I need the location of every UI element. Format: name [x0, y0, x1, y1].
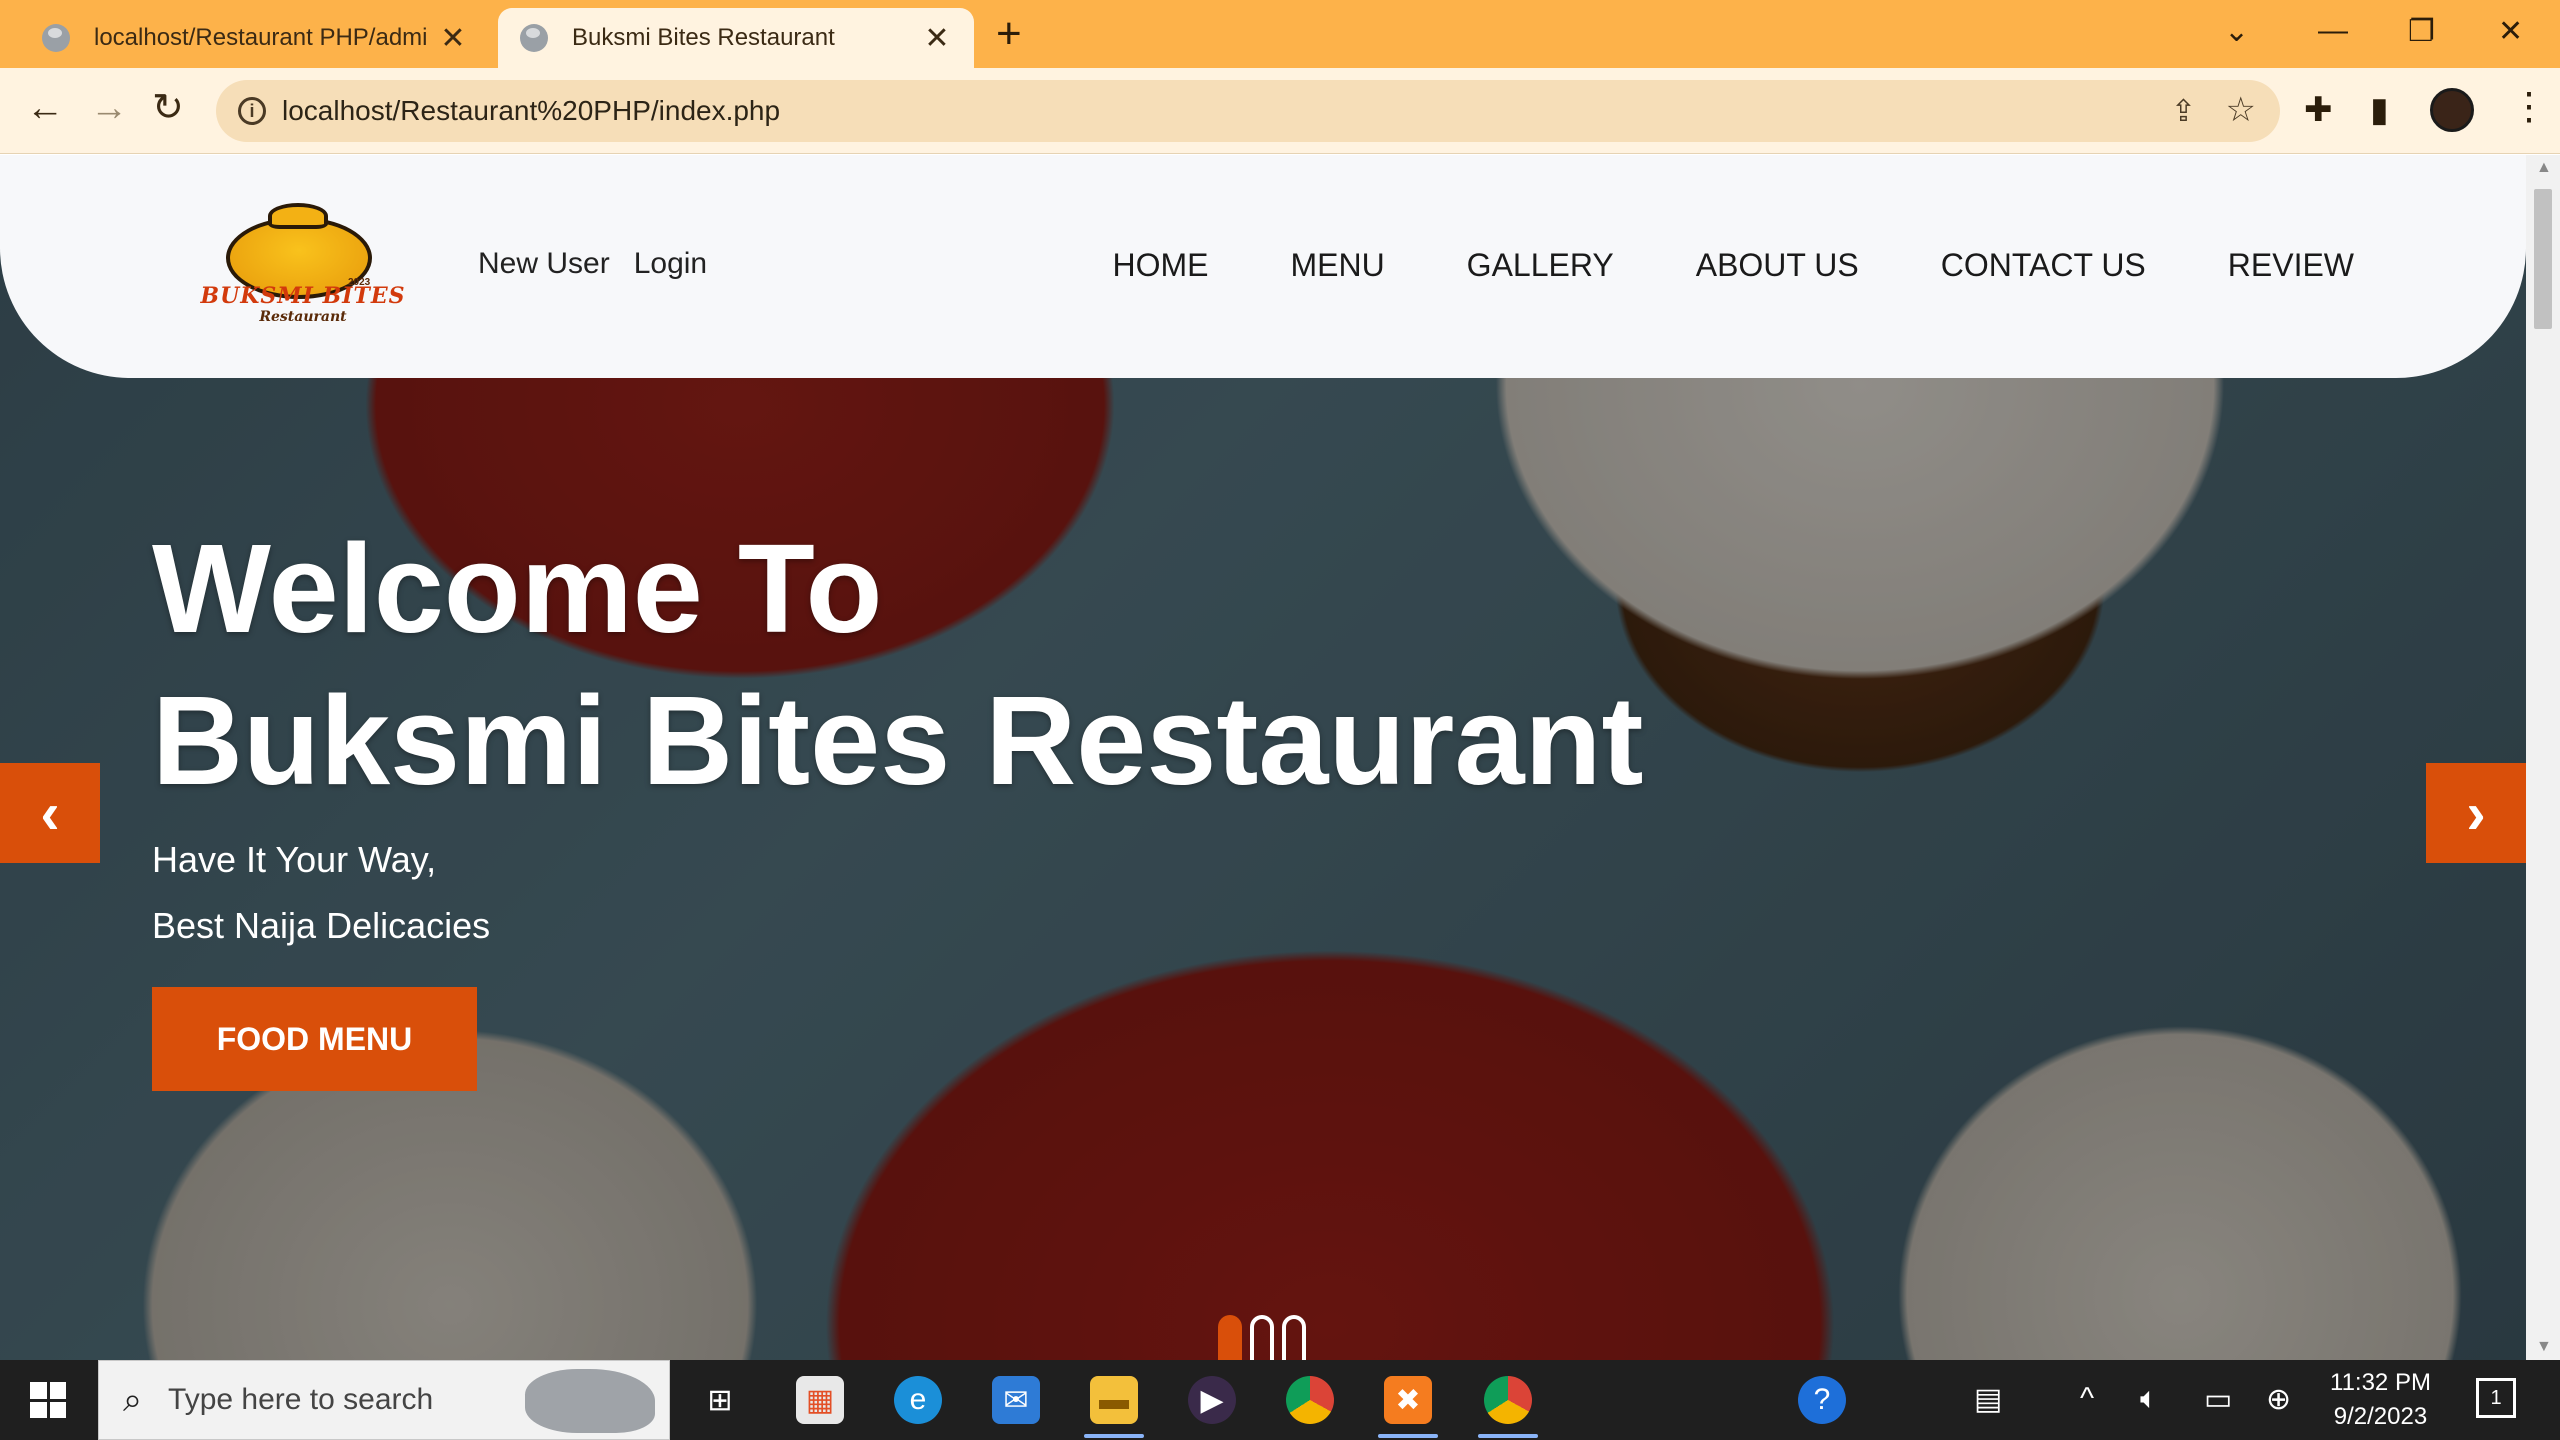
food-menu-button[interactable]: FOOD MENU: [152, 987, 477, 1091]
clock-time: 11:32 PM: [2330, 1369, 2431, 1396]
carousel-next-button[interactable]: ›: [2426, 763, 2526, 863]
site-header: BUKSMI BITES 2023 Restaurant New User Lo…: [0, 155, 2526, 378]
logo-sub: Restaurant: [259, 309, 347, 325]
close-icon[interactable]: ✕: [922, 21, 952, 56]
tab-buksmi[interactable]: Buksmi Bites Restaurant ✕: [498, 8, 974, 68]
hero-sub-line1: Have It Your Way,: [152, 839, 437, 880]
battery-icon[interactable]: ▭: [2204, 1382, 2232, 1417]
restore-button[interactable]: ❐: [2408, 14, 2435, 49]
logo-brand: BUKSMI BITES: [200, 283, 406, 309]
carousel-indicator[interactable]: [1282, 1315, 1306, 1360]
hero-title: Welcome To Buksmi Bites Restaurant: [152, 513, 1643, 817]
reload-button[interactable]: ↻: [152, 86, 184, 130]
close-icon[interactable]: ✕: [438, 21, 468, 56]
new-tab-button[interactable]: +: [996, 12, 1022, 56]
minimize-button[interactable]: —: [2318, 14, 2348, 48]
news-widget-icon[interactable]: ▤: [1974, 1382, 2002, 1417]
nav-review[interactable]: REVIEW: [2228, 247, 2354, 284]
share-icon[interactable]: ⇪: [2171, 94, 2196, 129]
elephant-illustration: [525, 1369, 655, 1433]
nav-menu[interactable]: MENU: [1290, 247, 1384, 284]
tab-search-chevron-icon[interactable]: ⌄: [2224, 14, 2249, 49]
chef-hat-icon: [268, 203, 328, 229]
browser-toolbar: ← → ↻ i localhost/Restaurant%20PHP/index…: [0, 68, 2560, 154]
hero-sub-line2: Best Naija Delicacies: [152, 905, 491, 946]
forward-button[interactable]: →: [90, 86, 128, 130]
nav-gallery[interactable]: GALLERY: [1467, 247, 1614, 284]
main-nav: HOME MENU GALLERY ABOUT US CONTACT US RE…: [1112, 247, 2354, 284]
scroll-down-icon[interactable]: ▼: [2536, 1338, 2552, 1356]
file-explorer-icon[interactable]: ▬: [1084, 1376, 1144, 1438]
mail-icon[interactable]: ✉: [992, 1376, 1040, 1424]
search-icon: ⌕: [123, 1380, 143, 1419]
globe-icon: [42, 24, 70, 52]
media-player-icon[interactable]: ▶: [1188, 1376, 1236, 1424]
side-panel-icon[interactable]: ▮: [2370, 90, 2389, 130]
site-logo[interactable]: BUKSMI BITES 2023 Restaurant: [198, 203, 408, 333]
address-bar[interactable]: i localhost/Restaurant%20PHP/index.php ⇪…: [216, 80, 2280, 142]
hero-title-line2: Buksmi Bites Restaurant: [152, 670, 1644, 811]
chrome-profile-icon[interactable]: [1478, 1376, 1538, 1438]
profile-avatar[interactable]: [2430, 88, 2474, 132]
task-view-icon[interactable]: ⊞: [696, 1376, 744, 1424]
tab-admin[interactable]: localhost/Restaurant PHP/admin ✕: [20, 8, 490, 68]
site-info-icon[interactable]: i: [238, 97, 266, 125]
taskbar-search[interactable]: ⌕ Type here to search: [98, 1360, 670, 1440]
tray-chevron-icon[interactable]: ^: [2080, 1382, 2094, 1416]
browser-menu-icon[interactable]: ⋮: [2510, 84, 2548, 129]
notification-center-icon[interactable]: 1: [2476, 1378, 2516, 1418]
tab-strip: localhost/Restaurant PHP/admin ✕ Buksmi …: [0, 0, 2560, 68]
bookmark-star-icon[interactable]: ☆: [2226, 90, 2256, 130]
taskbar-clock[interactable]: 11:32 PM 9/2/2023: [2330, 1366, 2431, 1434]
url-text: localhost/Restaurant%20PHP/index.php: [282, 95, 781, 126]
carousel-prev-button[interactable]: ‹: [0, 763, 100, 863]
windows-start-icon[interactable]: [30, 1382, 66, 1418]
page-viewport: BUKSMI BITES 2023 Restaurant New User Lo…: [0, 155, 2526, 1360]
os-taskbar: ⌕ Type here to search ⊞ ▦ e ✉ ▬ ▶ ✖ ? ▤ …: [0, 1360, 2560, 1440]
user-links: New User Login: [478, 247, 707, 281]
network-globe-icon[interactable]: ⊕: [2266, 1382, 2291, 1417]
store-icon[interactable]: ▦: [796, 1376, 844, 1424]
login-link[interactable]: Login: [634, 247, 707, 281]
scroll-up-icon[interactable]: ▲: [2536, 159, 2552, 177]
tab-title: Buksmi Bites Restaurant: [572, 24, 835, 51]
globe-icon: [520, 24, 548, 52]
nav-contact-us[interactable]: CONTACT US: [1941, 247, 2146, 284]
window-close-button[interactable]: ✕: [2498, 14, 2523, 49]
volume-icon[interactable]: 🔈︎: [2140, 1382, 2158, 1416]
scrollbar-thumb[interactable]: [2534, 189, 2552, 329]
search-placeholder: Type here to search: [168, 1383, 434, 1416]
new-user-link[interactable]: New User: [478, 247, 610, 281]
page-scrollbar[interactable]: ▲ ▼: [2526, 155, 2560, 1360]
carousel-indicator[interactable]: [1250, 1315, 1274, 1360]
nav-about-us[interactable]: ABOUT US: [1696, 247, 1859, 284]
nav-home[interactable]: HOME: [1112, 247, 1208, 284]
hero-title-line1: Welcome To: [152, 518, 883, 659]
logo-year: 2023: [348, 277, 371, 288]
carousel-indicator[interactable]: [1218, 1315, 1242, 1360]
tab-title: localhost/Restaurant PHP/admin: [94, 24, 428, 51]
extensions-icon[interactable]: ✚: [2304, 90, 2333, 130]
carousel-indicators: [1218, 1315, 1306, 1360]
back-button[interactable]: ←: [26, 86, 64, 130]
chrome-icon[interactable]: [1286, 1376, 1334, 1424]
xampp-icon[interactable]: ✖: [1378, 1376, 1438, 1438]
help-icon[interactable]: ?: [1798, 1376, 1846, 1424]
hero-subtitle: Have It Your Way, Best Naija Delicacies: [152, 827, 490, 959]
edge-icon[interactable]: e: [894, 1376, 942, 1424]
clock-date: 9/2/2023: [2333, 1403, 2428, 1430]
